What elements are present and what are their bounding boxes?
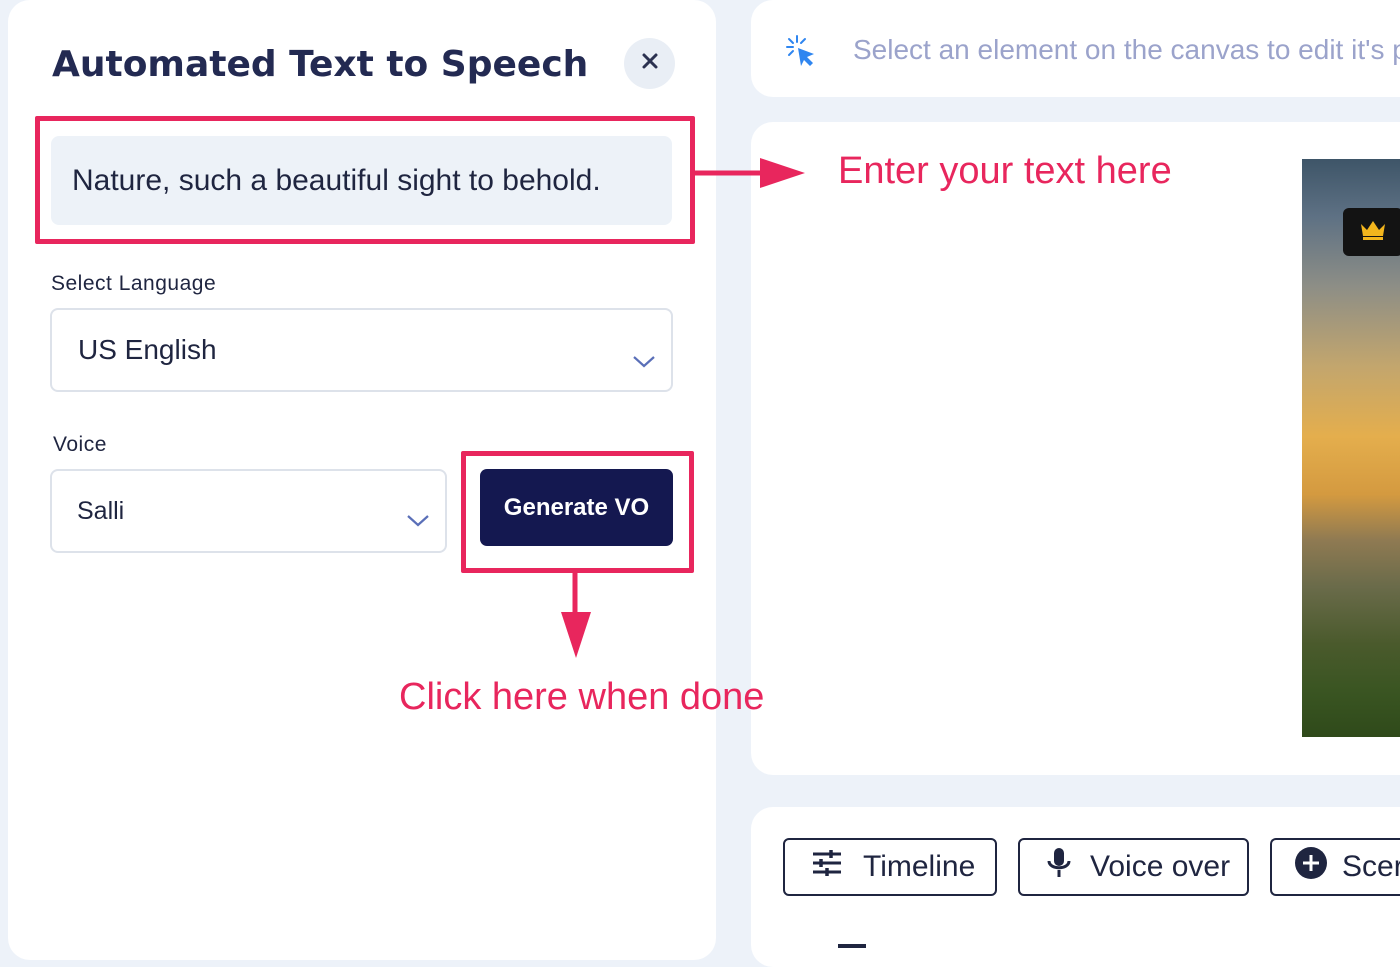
click-here-hint: Click here when done	[399, 676, 765, 718]
annotation-arrows	[561, 158, 805, 658]
right-arrow	[695, 158, 805, 188]
enter-text-hint: Enter your text here	[838, 150, 1172, 192]
down-arrow	[561, 573, 591, 658]
